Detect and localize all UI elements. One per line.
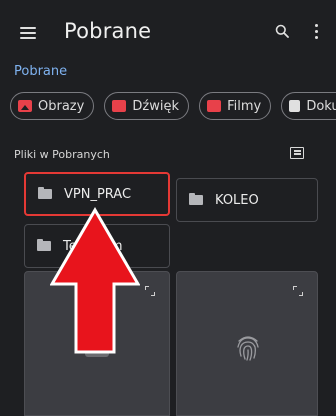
annotation-arrow — [50, 207, 140, 354]
expand-icon[interactable] — [293, 286, 303, 296]
section-label: Pliki w Pobranych — [14, 148, 110, 161]
list-view-icon[interactable] — [290, 147, 304, 159]
chip-label: Obrazy — [38, 98, 85, 114]
page-title: Pobrane — [64, 19, 152, 43]
chip-documents[interactable]: Dokumenty — [281, 92, 336, 120]
expand-icon[interactable] — [145, 286, 155, 296]
folder-koleo[interactable]: KOLEO — [176, 178, 318, 222]
folder-icon — [189, 193, 203, 205]
filter-chips: Obrazy Dźwięk Filmy Dokumenty — [10, 92, 336, 122]
menu-icon[interactable] — [20, 27, 36, 39]
folder-icon — [38, 187, 52, 199]
breadcrumb[interactable]: Pobrane — [14, 64, 67, 79]
chip-images[interactable]: Obrazy — [10, 92, 95, 120]
image-icon — [18, 100, 32, 112]
video-icon — [207, 100, 222, 112]
document-icon — [289, 100, 301, 112]
chip-audio[interactable]: Dźwięk — [104, 92, 190, 120]
more-options-icon[interactable] — [315, 24, 319, 40]
search-icon[interactable] — [275, 24, 289, 38]
chip-video[interactable]: Filmy — [199, 92, 272, 120]
chip-label: Dźwięk — [132, 98, 180, 114]
file-tile[interactable] — [176, 271, 318, 416]
folder-name: VPN_PRAC — [64, 186, 132, 202]
folder-name: KOLEO — [215, 192, 259, 208]
folder-icon — [37, 239, 51, 251]
chip-label: Dokumenty — [306, 98, 336, 114]
app-bar: Pobrane — [0, 0, 336, 64]
fingerprint-icon — [237, 336, 259, 361]
chip-label: Filmy — [227, 98, 262, 114]
audio-icon — [112, 100, 127, 112]
